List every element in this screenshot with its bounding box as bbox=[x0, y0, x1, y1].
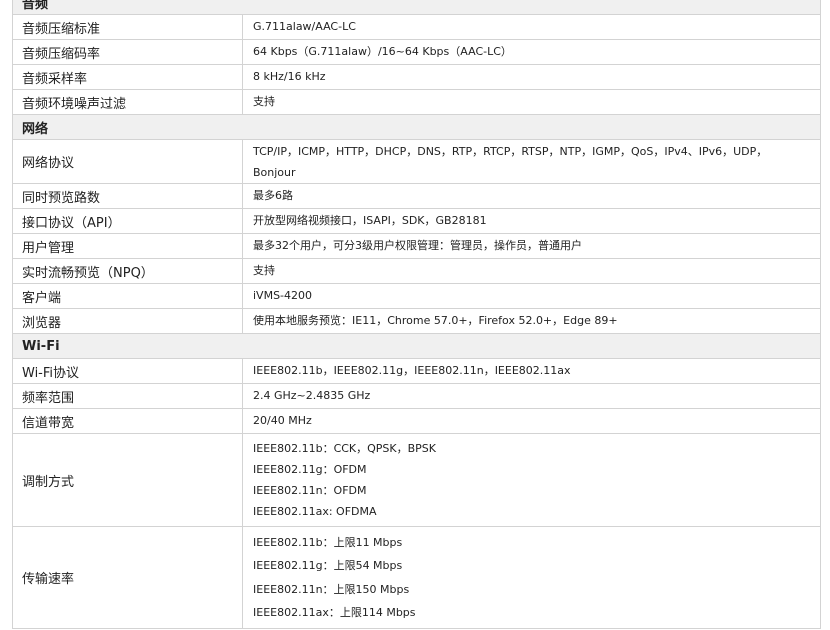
spec-value-line: IEEE802.11g：OFDM bbox=[253, 463, 367, 476]
spec-value-line: IEEE802.11ax: OFDMA bbox=[253, 505, 377, 518]
spec-row: 传输速率 IEEE802.11b：上限11 Mbps IEEE802.11g：上限5… bbox=[12, 526, 821, 629]
spec-row: 音频压缩标准 G.711alaw/AAC-LC bbox=[12, 14, 821, 40]
spec-label: 音频压缩标准 bbox=[12, 14, 243, 40]
spec-value: TCP/IP，ICMP，HTTP，DHCP，DNS，RTP，RTCP，RTSP，… bbox=[242, 139, 821, 184]
spec-value: 支持 bbox=[242, 258, 821, 284]
spec-value: 20/40 MHz bbox=[242, 408, 821, 434]
spec-table-body: 音频 音频压缩标准 G.711alaw/AAC-LC 音频压缩码率 64 Kbps（G.… bbox=[12, 0, 821, 629]
spec-row: 频率范围 2.4 GHz~2.4835 GHz bbox=[12, 383, 821, 409]
spec-label: 客户端 bbox=[12, 283, 243, 309]
spec-row: Wi-Fi协议 IEEE802.11b，IEEE802.11g，IEEE802.1… bbox=[12, 358, 821, 384]
spec-label: 信道带宽 bbox=[12, 408, 243, 434]
spec-value-line: 开放型网络视频接口，ISAPI，SDK，GB28181 bbox=[253, 214, 487, 227]
spec-value-line: 2.4 GHz~2.4835 GHz bbox=[253, 389, 371, 402]
spec-value-line: iVMS-4200 bbox=[253, 289, 313, 302]
spec-label: 接口协议（API） bbox=[12, 208, 243, 234]
spec-value-line: TCP/IP，ICMP，HTTP，DHCP，DNS，RTP，RTCP，RTSP，… bbox=[253, 144, 768, 158]
spec-value-line: IEEE802.11n：上限150 Mbps bbox=[253, 582, 410, 596]
spec-row: 网络协议 TCP/IP，ICMP，HTTP，DHCP，DNS，RTP，RTCP，R… bbox=[12, 139, 821, 184]
spec-value: 8 kHz/16 kHz bbox=[242, 64, 821, 90]
spec-value-line: IEEE802.11b：CCK，QPSK，BPSK bbox=[253, 442, 437, 455]
spec-label: 网络协议 bbox=[12, 139, 243, 184]
spec-row: 音频压缩码率 64 Kbps（G.711alaw）/16~64 Kbps（AAC-… bbox=[12, 39, 821, 65]
spec-value-line: G.711alaw/AAC-LC bbox=[253, 20, 356, 33]
spec-label: 用户管理 bbox=[12, 233, 243, 259]
spec-value-line: 8 kHz/16 kHz bbox=[253, 70, 326, 83]
spec-row: 浏览器 使用本地服务预览：IE11，Chrome 57.0+，Firefox 52… bbox=[12, 308, 821, 334]
section-title: 音频 bbox=[12, 0, 821, 15]
spec-label: 频率范围 bbox=[12, 383, 243, 409]
spec-value: G.711alaw/AAC-LC bbox=[242, 14, 821, 40]
spec-value: IEEE802.11b：CCK，QPSK，BPSK IEEE802.11g：OFD… bbox=[242, 433, 821, 527]
spec-label: 音频采样率 bbox=[12, 64, 243, 90]
spec-value: 最多32个用户，可分3级用户权限管理：管理员，操作员，普通用户 bbox=[242, 233, 821, 259]
spec-row: 调制方式 IEEE802.11b：CCK，QPSK，BPSK IEEE802.11g… bbox=[12, 433, 821, 527]
spec-value: IEEE802.11b，IEEE802.11g，IEEE802.11n，IEEE… bbox=[242, 358, 821, 384]
spec-row: 音频采样率 8 kHz/16 kHz bbox=[12, 64, 821, 90]
spec-value-line: Bonjour bbox=[253, 165, 296, 179]
spec-value-line: IEEE802.11n：OFDM bbox=[253, 484, 367, 497]
spec-value-line: 20/40 MHz bbox=[253, 414, 312, 427]
spec-value-line: 最多6路 bbox=[253, 189, 293, 202]
section-title: Wi-Fi bbox=[12, 333, 821, 359]
spec-value-line: IEEE802.11b：上限11 Mbps bbox=[253, 535, 403, 549]
spec-value-line: 支持 bbox=[253, 264, 275, 277]
spec-value: 2.4 GHz~2.4835 GHz bbox=[242, 383, 821, 409]
spec-label: Wi-Fi协议 bbox=[12, 358, 243, 384]
spec-value: 开放型网络视频接口，ISAPI，SDK，GB28181 bbox=[242, 208, 821, 234]
spec-label: 同时预览路数 bbox=[12, 183, 243, 209]
spec-row: 音频环境噪声过滤 支持 bbox=[12, 89, 821, 115]
spec-row: 接口协议（API） 开放型网络视频接口，ISAPI，SDK，GB28181 bbox=[12, 208, 821, 234]
section-header: Wi-Fi bbox=[12, 333, 821, 359]
spec-value: 使用本地服务预览：IE11，Chrome 57.0+，Firefox 52.0+… bbox=[242, 308, 821, 334]
spec-value-line: IEEE802.11b，IEEE802.11g，IEEE802.11n，IEEE… bbox=[253, 364, 571, 377]
spec-row: 用户管理 最多32个用户，可分3级用户权限管理：管理员，操作员，普通用户 bbox=[12, 233, 821, 259]
spec-table: 音频 音频压缩标准 G.711alaw/AAC-LC 音频压缩码率 64 Kbps（G.… bbox=[12, 0, 821, 629]
spec-value-line: IEEE802.11ax：上限114 Mbps bbox=[253, 606, 416, 619]
section-header: 网络 bbox=[12, 114, 821, 140]
spec-label: 浏览器 bbox=[12, 308, 243, 334]
spec-label: 音频环境噪声过滤 bbox=[12, 89, 243, 115]
spec-value-line: 64 Kbps（G.711alaw）/16~64 Kbps（AAC-LC） bbox=[253, 45, 512, 58]
section-title: 网络 bbox=[12, 114, 821, 140]
section-header: 音频 bbox=[12, 0, 821, 15]
spec-value: 最多6路 bbox=[242, 183, 821, 209]
spec-value: 支持 bbox=[242, 89, 821, 115]
spec-value: IEEE802.11b：上限11 Mbps IEEE802.11g：上限54 Mb… bbox=[242, 526, 821, 629]
spec-row: 同时预览路数 最多6路 bbox=[12, 183, 821, 209]
spec-label: 实时流畅预览（NPQ） bbox=[12, 258, 243, 284]
spec-label: 传输速率 bbox=[12, 526, 243, 629]
spec-row: 实时流畅预览（NPQ） 支持 bbox=[12, 258, 821, 284]
spec-row: 信道带宽 20/40 MHz bbox=[12, 408, 821, 434]
spec-value-line: 支持 bbox=[253, 95, 275, 108]
spec-label: 音频压缩码率 bbox=[12, 39, 243, 65]
spec-row: 客户端 iVMS-4200 bbox=[12, 283, 821, 309]
spec-value: iVMS-4200 bbox=[242, 283, 821, 309]
spec-value-line: IEEE802.11g：上限54 Mbps bbox=[253, 559, 403, 572]
spec-value: 64 Kbps（G.711alaw）/16~64 Kbps（AAC-LC） bbox=[242, 39, 821, 65]
spec-label: 调制方式 bbox=[12, 433, 243, 527]
spec-value-line: 最多32个用户，可分3级用户权限管理：管理员，操作员，普通用户 bbox=[253, 239, 582, 252]
spec-value-line: 使用本地服务预览：IE11，Chrome 57.0+，Firefox 52.0+… bbox=[253, 314, 618, 327]
